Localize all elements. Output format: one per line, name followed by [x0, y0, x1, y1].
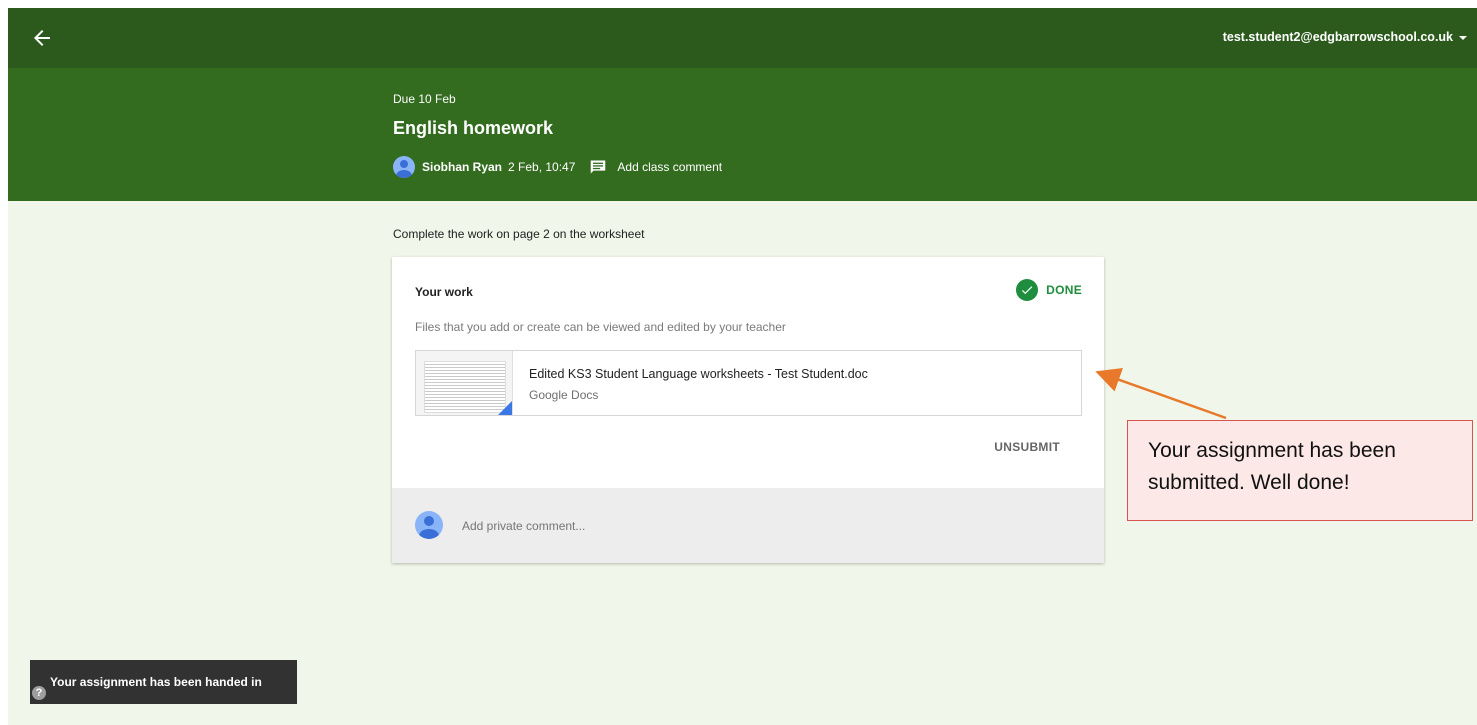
page-title: English homework [393, 118, 554, 138]
assignment-meta: Siobhan Ryan 2 Feb, 10:47 Add class comm… [393, 156, 722, 178]
add-class-comment-link[interactable]: Add class comment [617, 160, 722, 174]
attachment-title[interactable]: Edited KS3 Student Language worksheets -… [529, 367, 868, 381]
document-thumbnail [416, 351, 513, 415]
snackbar: Your assignment has been handed in ? [30, 660, 297, 704]
files-note: Files that you add or create can be view… [415, 320, 786, 334]
assignment-header: Due 10 Feb English homework Siobhan Ryan… [8, 68, 1477, 201]
annotation-callout: Your assignment has been submitted. Well… [1127, 420, 1473, 521]
avatar [415, 511, 443, 539]
top-app-bar: test.student2@edgbarrowschool.co.uk [8, 8, 1477, 68]
help-icon[interactable]: ? [32, 686, 46, 700]
google-docs-icon [498, 401, 512, 415]
chevron-down-icon [1459, 36, 1467, 40]
private-comment-input[interactable] [460, 518, 1064, 534]
your-work-card: Your work DONE Files that you add or cre… [392, 257, 1104, 563]
account-email: test.student2@edgbarrowschool.co.uk [1222, 30, 1453, 44]
posted-date: 2 Feb, 10:47 [508, 160, 576, 174]
teacher-name: Siobhan Ryan [422, 160, 503, 174]
attachment-item[interactable]: Edited KS3 Student Language worksheets -… [415, 350, 1082, 416]
your-work-heading: Your work [415, 285, 473, 299]
account-menu[interactable]: test.student2@edgbarrowschool.co.uk [1223, 30, 1467, 44]
status-label: DONE [1046, 283, 1082, 297]
unsubmit-button[interactable]: UNSUBMIT [994, 440, 1060, 454]
snackbar-text: Your assignment has been handed in [50, 675, 262, 689]
assignment-instructions: Complete the work on page 2 on the works… [393, 227, 645, 241]
teacher-avatar [393, 156, 415, 178]
due-date: Due 10 Feb [393, 92, 456, 106]
arrow-left-icon [34, 30, 50, 46]
attachment-source: Google Docs [529, 388, 599, 402]
comment-icon[interactable] [589, 159, 607, 175]
back-button[interactable] [30, 26, 54, 50]
private-comment-bar [392, 488, 1104, 563]
check-circle-icon [1016, 279, 1039, 301]
status-badge: DONE [1016, 279, 1082, 301]
